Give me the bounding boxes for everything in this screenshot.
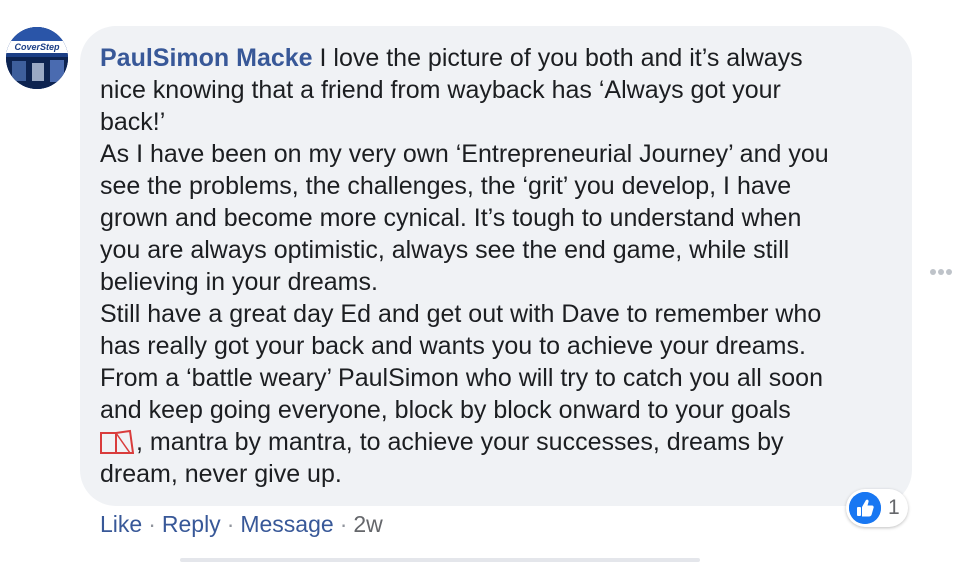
comment-line-text: I love the picture of you both and it’s …: [319, 44, 803, 72]
comment-line: see the problems, the challenges, the ‘g…: [100, 172, 792, 200]
comment-bubble: PaulSimon Macke I love the picture of yo…: [80, 26, 912, 506]
avatar-image: CoverStep: [6, 27, 68, 89]
like-button[interactable]: Like: [100, 511, 142, 537]
reaction-count: 1: [888, 496, 900, 519]
comment-line: believing in your dreams.: [100, 268, 378, 296]
avatar-logo-text: CoverStep: [14, 42, 60, 52]
comment-line-text: , mantra by mantra, to achieve your succ…: [136, 428, 784, 456]
separator: ·: [148, 511, 156, 537]
comment-line: As I have been on my very own ‘Entrepren…: [100, 140, 829, 168]
author-name[interactable]: PaulSimon Macke: [100, 44, 313, 72]
comment-line: nice knowing that a friend from wayback …: [100, 76, 781, 104]
comment-actions: Like · Reply · Message · 2w: [100, 508, 383, 540]
bricks-emoji-icon: [100, 429, 135, 455]
comment-line: you are always optimistic, always see th…: [100, 236, 790, 264]
comment-line: and keep going everyone, block by block …: [100, 396, 791, 424]
reaction-summary[interactable]: 1: [846, 489, 908, 527]
comment-line: grown and become more cynical. It’s toug…: [100, 204, 802, 232]
separator: ·: [339, 511, 348, 537]
more-options-button[interactable]: [928, 264, 954, 280]
next-comment-edge: [180, 558, 700, 562]
comment-timestamp[interactable]: 2w: [353, 511, 382, 537]
avatar[interactable]: CoverStep: [6, 27, 68, 89]
message-button[interactable]: Message: [240, 511, 333, 537]
comment-line: dream, never give up.: [100, 460, 342, 488]
comment-line: Still have a great day Ed and get out wi…: [100, 300, 822, 328]
separator: ·: [226, 511, 235, 537]
reply-button[interactable]: Reply: [162, 511, 221, 537]
comment-line: PaulSimon Macke I love the picture of yo…: [100, 42, 900, 74]
comment-body: PaulSimon Macke I love the picture of yo…: [100, 42, 900, 490]
like-thumb-icon: [849, 492, 881, 524]
comment: CoverStep PaulSimon Macke I love the pic…: [0, 0, 954, 562]
comment-line: back!’: [100, 108, 166, 136]
comment-line: has really got your back and wants you t…: [100, 332, 806, 360]
comment-line: , mantra by mantra, to achieve your succ…: [100, 426, 900, 458]
comment-line: From a ‘battle weary’ PaulSimon who will…: [100, 364, 823, 392]
